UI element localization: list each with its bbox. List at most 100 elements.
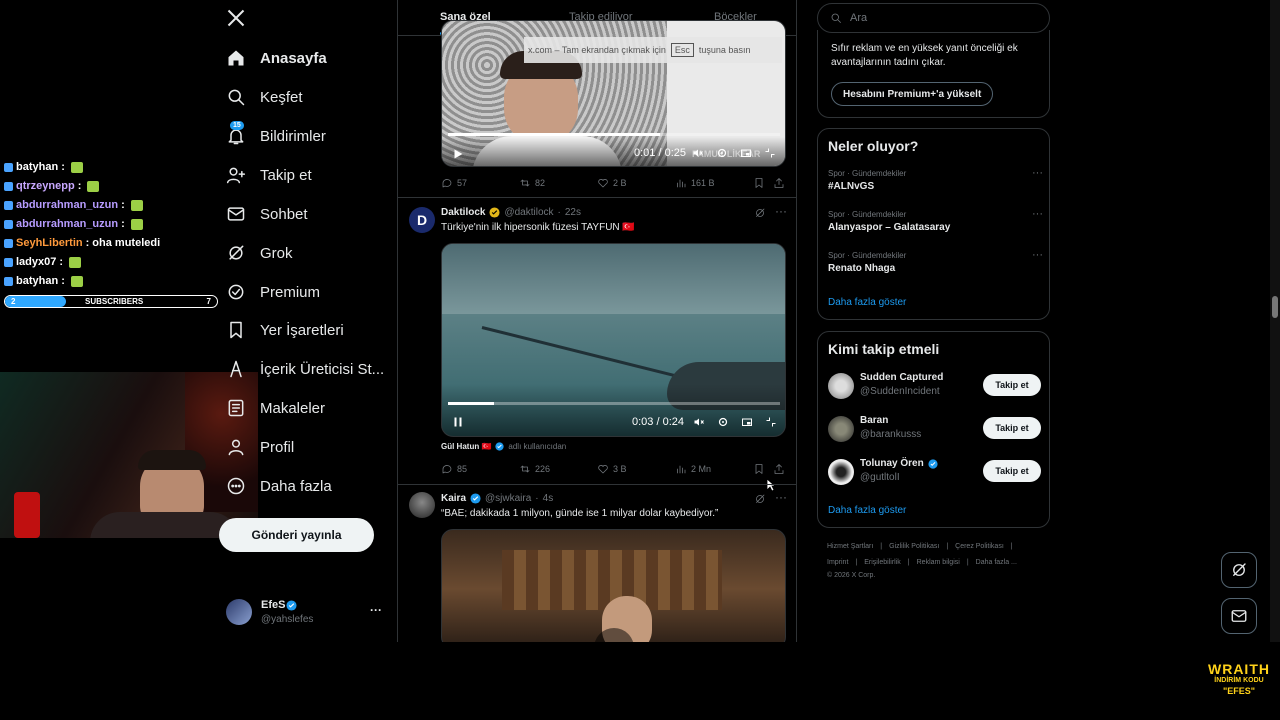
trend-more-icon[interactable]: ···: [1032, 249, 1043, 261]
nav-home[interactable]: Anasayfa: [226, 45, 327, 71]
follow-button[interactable]: Takip et: [983, 374, 1041, 396]
follow-button[interactable]: Takip et: [983, 417, 1041, 439]
fullscreen-icon[interactable]: [765, 416, 777, 428]
grok-analyze-icon[interactable]: [754, 493, 766, 505]
envelope-icon: [1230, 607, 1248, 625]
suggestion-handle: @gutltolI: [860, 472, 900, 483]
follow-button[interactable]: Takip et: [983, 460, 1041, 482]
person-icon: [226, 437, 246, 457]
nav-more[interactable]: Daha fazla: [226, 473, 332, 499]
video-progress-track[interactable]: [448, 402, 780, 405]
tweet3-time[interactable]: 4s: [543, 493, 554, 504]
reply-button[interactable]: 57: [441, 177, 519, 189]
sponsor-badge: WRAITH İNDİRİM KODU "EFES": [1204, 661, 1274, 697]
views-button[interactable]: 2 Mn: [675, 463, 753, 475]
nav-premium[interactable]: Premium: [226, 279, 320, 305]
tweet2-avatar[interactable]: D: [409, 207, 435, 233]
trend-more-icon[interactable]: ···: [1032, 167, 1043, 179]
like-button[interactable]: 2 B: [597, 177, 675, 189]
chat-emote-icon: [130, 219, 143, 230]
premium-upgrade-button[interactable]: Hesabını Premium+'a yükselt: [831, 82, 994, 106]
nav-explore[interactable]: Keşfet: [226, 84, 303, 110]
nav-profile[interactable]: Profil: [226, 434, 294, 460]
footer-link[interactable]: Erişilebilirlik: [864, 559, 901, 566]
scrollbar-thumb[interactable]: [1272, 296, 1278, 318]
suggestion-item[interactable]: Tolunay Ören @gutltolI Takip et: [828, 458, 1041, 490]
views-button[interactable]: 161 B: [675, 177, 753, 189]
suggestion-item[interactable]: Sudden Captured @SuddenIncident Takip et: [828, 372, 1041, 404]
footer-link[interactable]: Çerez Politikası: [955, 543, 1004, 550]
article-icon: [226, 398, 246, 418]
trend-item[interactable]: Spor · Gündemdekiler Alanyaspor – Galata…: [828, 208, 1043, 233]
tweet2-time[interactable]: 22s: [565, 207, 581, 218]
tweet3-more-icon[interactable]: ···: [775, 490, 787, 504]
settings-gear-icon[interactable]: [717, 416, 729, 428]
pip-icon[interactable]: [741, 416, 753, 428]
reply-button[interactable]: 85: [441, 463, 519, 475]
nav-grok[interactable]: Grok: [226, 240, 293, 266]
trends-show-more[interactable]: Daha fazla göster: [828, 297, 906, 308]
account-more-icon[interactable]: ···: [370, 603, 382, 617]
like-button[interactable]: 3 B: [597, 463, 675, 475]
footer-links-row1: Hizmet Şartları | Gizlilik Politikası | Çe…: [827, 543, 1013, 550]
grok-analyze-icon[interactable]: [754, 207, 766, 219]
account-handle: @yahslefes: [261, 614, 314, 625]
play-icon[interactable]: [452, 148, 464, 160]
bookmark-button[interactable]: [753, 463, 773, 475]
nav-bookmarks[interactable]: Yer İşaretleri: [226, 317, 344, 343]
fullscreen-hint: x.com – Tam ekrandan çıkmak için Esc tuş…: [524, 37, 782, 63]
share-button[interactable]: [773, 463, 785, 475]
nav-notifications[interactable]: 15 Bildirimler: [226, 121, 326, 149]
suggestion-avatar: [828, 459, 854, 485]
tagged-user[interactable]: Gül Hatun 🇹🇷: [441, 442, 491, 451]
premium-text: Sıfır reklam ve en yüksek yanıt önceliği…: [831, 43, 1018, 68]
chat-text: oha muteledi: [92, 237, 161, 249]
who-show-more[interactable]: Daha fazla göster: [828, 505, 906, 516]
footer-link[interactable]: Reklam bilgisi: [917, 559, 960, 566]
share-button[interactable]: [773, 177, 785, 189]
volume-icon[interactable]: [693, 416, 705, 428]
tweet3-handle[interactable]: @sjwkaira: [485, 493, 531, 504]
video-time: 0:03 / 0:24: [632, 416, 684, 428]
pause-icon[interactable]: [452, 416, 464, 428]
suggestion-avatar: [828, 373, 854, 399]
grok-floating-button[interactable]: [1221, 552, 1257, 588]
search-box[interactable]: Ara: [817, 3, 1050, 33]
tweet2-author[interactable]: Daktilock: [441, 207, 485, 218]
nav-creator-studio[interactable]: İçerik Üreticisi St...: [226, 356, 384, 382]
tweet2-video[interactable]: 0:03 / 0:24: [441, 243, 786, 437]
retweet-button[interactable]: 82: [519, 177, 597, 189]
x-logo-icon[interactable]: [226, 8, 246, 28]
streamer-hair: [138, 450, 206, 470]
bookmark-button[interactable]: [753, 177, 773, 189]
trend-item[interactable]: Spor · Gündemdekiler #ALNvGS ···: [828, 167, 1043, 192]
trend-category: Spor · Gündemdekiler: [828, 210, 907, 219]
trend-item[interactable]: Spor · Gündemdekiler Renato Nhaga ···: [828, 249, 1043, 274]
chat-username: ladyx07: [16, 256, 57, 268]
nav-messages[interactable]: Sohbet: [226, 201, 308, 227]
nav-follow[interactable]: Takip et: [226, 162, 312, 188]
tweet2-handle[interactable]: @daktilock: [504, 207, 553, 218]
account-switcher[interactable]: EfeS @yahslefes ···: [226, 596, 386, 630]
sponsor-brand: WRAITH: [1208, 661, 1270, 677]
timeline[interactable]: Sana özel Takip ediliyor Böcekler x.com …: [397, 0, 797, 642]
suggestion-item[interactable]: Baran @barankusss Takip et: [828, 415, 1041, 447]
footer-link[interactable]: Imprint: [827, 559, 848, 566]
video-progress-track[interactable]: [448, 133, 780, 136]
retweet-button[interactable]: 226: [519, 463, 597, 475]
page-scrollbar[interactable]: [1270, 0, 1280, 642]
trend-more-icon[interactable]: ···: [1032, 208, 1043, 220]
tweet3-avatar[interactable]: [409, 492, 435, 518]
tweet2-more-icon[interactable]: ···: [775, 204, 787, 218]
tweet1-video[interactable]: x.com – Tam ekrandan çıkmak için Esc tuş…: [441, 20, 786, 167]
exit-fullscreen-icon[interactable]: [764, 147, 776, 159]
tweet3-video[interactable]: [441, 529, 786, 642]
tweet3-author[interactable]: Kaira: [441, 493, 466, 504]
nav-grok-label: Grok: [260, 244, 293, 262]
messages-floating-button[interactable]: [1221, 598, 1257, 634]
nav-articles[interactable]: Makaleler: [226, 395, 325, 421]
footer-link[interactable]: Hizmet Şartları: [827, 543, 873, 550]
footer-link[interactable]: Gizlilik Politikası: [889, 543, 939, 550]
footer-link[interactable]: Daha fazla ...: [976, 559, 1017, 566]
post-button[interactable]: Gönderi yayınla: [219, 518, 374, 552]
